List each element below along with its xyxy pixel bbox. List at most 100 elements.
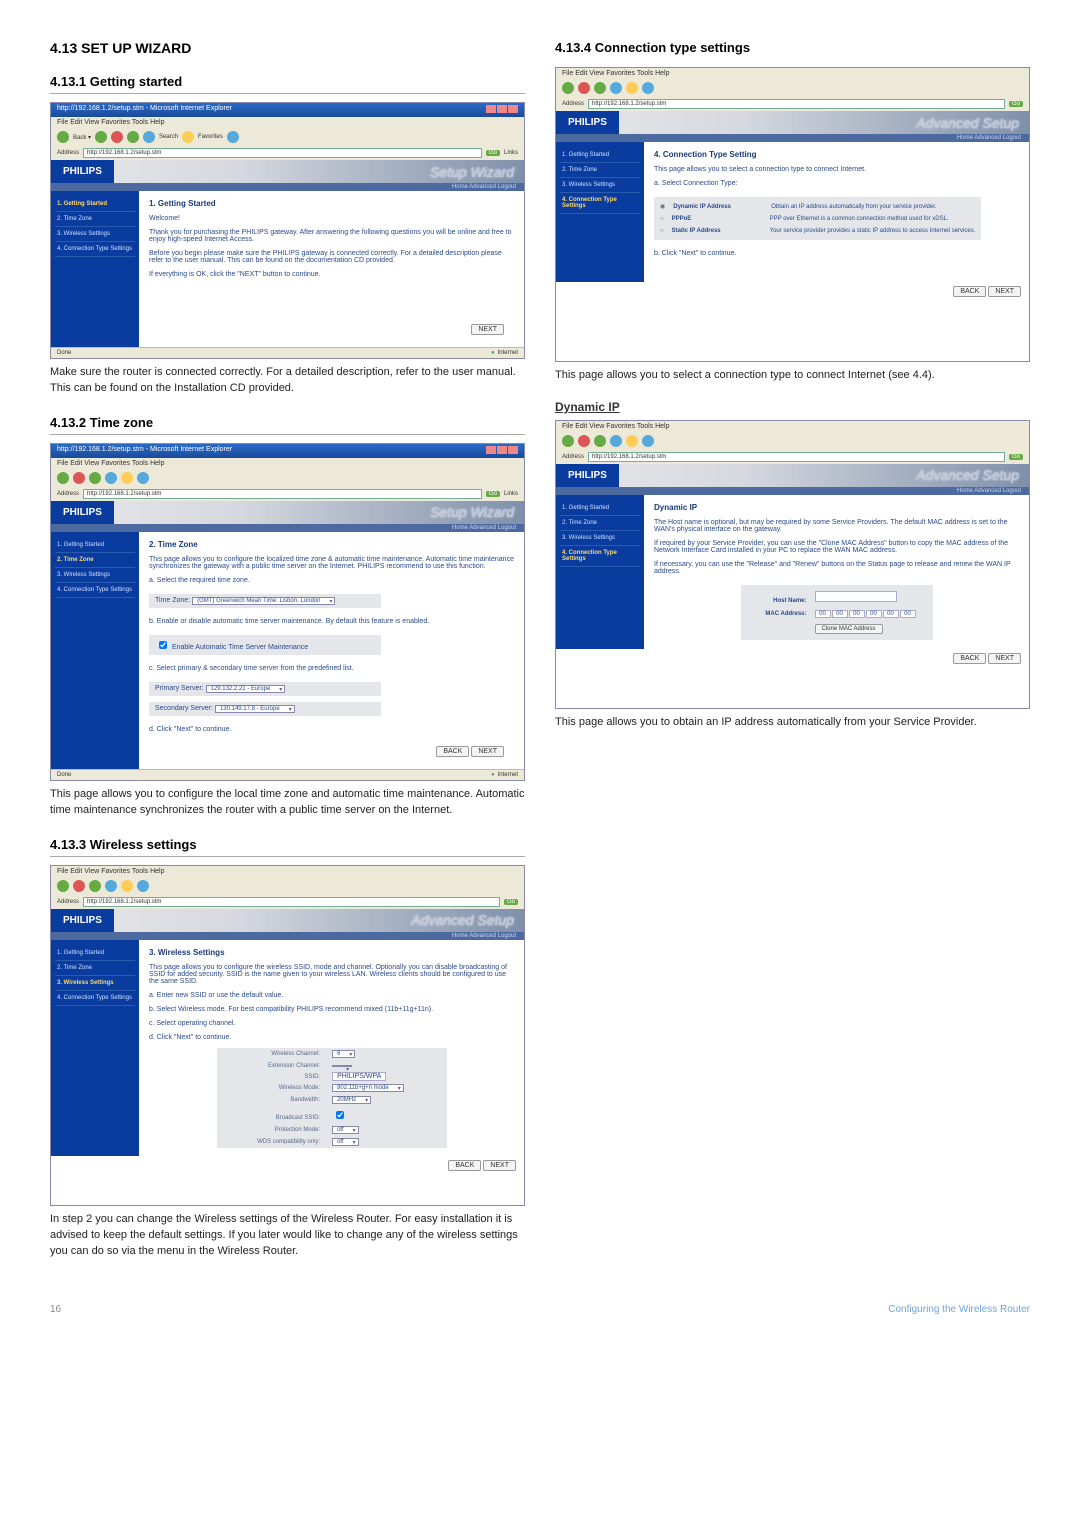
next-button[interactable]: NEXT — [483, 1160, 516, 1171]
sidebar-item-wireless[interactable]: 3. Wireless Settings — [55, 976, 135, 991]
sidebar-item-connection[interactable]: 4. Connection Type Settings — [55, 242, 135, 257]
go-button[interactable]: Go — [486, 491, 500, 497]
menu-bar[interactable]: File Edit View Favorites Tools Help — [51, 117, 524, 128]
sidebar-item-connection[interactable]: 4. Connection Type Settings — [55, 991, 135, 1006]
sidebar-item-wireless[interactable]: 3. Wireless Settings — [560, 531, 640, 546]
refresh-icon[interactable] — [89, 880, 101, 892]
stop-icon[interactable] — [578, 435, 590, 447]
auto-time-checkbox[interactable] — [159, 641, 167, 649]
next-button[interactable]: NEXT — [988, 286, 1021, 297]
history-icon[interactable] — [137, 472, 149, 484]
refresh-icon[interactable] — [594, 82, 606, 94]
address-input[interactable]: http://192.168.1.2/setup.stm — [588, 452, 1005, 462]
radio-dynamic[interactable] — [660, 203, 665, 210]
back-button[interactable]: BACK — [448, 1160, 481, 1171]
band-select[interactable]: 20MHz — [332, 1096, 371, 1104]
address-input[interactable]: http://192.168.1.2/setup.stm — [83, 489, 482, 499]
timezone-select[interactable]: (GMT) Greenwich Mean Time: Lisbon, Londo… — [192, 597, 335, 605]
forward-icon[interactable] — [95, 131, 107, 143]
breadcrumb[interactable]: Home Advanced Logout — [51, 524, 524, 532]
go-button[interactable]: Go — [486, 150, 500, 156]
stop-icon[interactable] — [111, 131, 123, 143]
stop-icon[interactable] — [578, 82, 590, 94]
favorites-icon[interactable] — [626, 82, 638, 94]
mac-address-fields[interactable]: 000000000000 — [815, 610, 917, 618]
history-icon[interactable] — [137, 880, 149, 892]
host-input[interactable] — [815, 591, 897, 602]
sidebar-item-timezone[interactable]: 2. Time Zone — [55, 961, 135, 976]
next-button[interactable]: NEXT — [471, 746, 504, 757]
favorites-icon[interactable] — [182, 131, 194, 143]
menu-bar[interactable]: File Edit View Favorites Tools Help — [51, 458, 524, 469]
mode-select[interactable]: 802.11b+g+n mode — [332, 1084, 404, 1092]
sidebar-item-connection[interactable]: 4. Connection Type Settings — [560, 193, 640, 214]
refresh-icon[interactable] — [89, 472, 101, 484]
back-button[interactable]: BACK — [953, 286, 986, 297]
primary-select[interactable]: 129.132.2.21 - Europe — [206, 685, 286, 693]
history-icon[interactable] — [642, 435, 654, 447]
favorites-icon[interactable] — [121, 880, 133, 892]
bcast-checkbox[interactable] — [336, 1111, 344, 1119]
go-button[interactable]: Go — [504, 899, 518, 905]
back-icon[interactable] — [57, 880, 69, 892]
address-input[interactable]: http://192.168.1.2/setup.stm — [83, 148, 482, 158]
home-icon[interactable] — [610, 435, 622, 447]
home-icon[interactable] — [143, 131, 155, 143]
channel-select[interactable]: 6 — [332, 1050, 355, 1058]
sidebar-item-wireless[interactable]: 3. Wireless Settings — [55, 227, 135, 242]
window-buttons[interactable] — [485, 105, 518, 115]
go-button[interactable]: Go — [1009, 101, 1023, 107]
home-icon[interactable] — [105, 880, 117, 892]
clone-mac-button[interactable]: Clone MAC Address — [815, 624, 883, 634]
sidebar-item-getting-started[interactable]: 1. Getting Started — [55, 538, 135, 553]
back-button[interactable]: BACK — [953, 653, 986, 664]
favorites-icon[interactable] — [121, 472, 133, 484]
home-icon[interactable] — [105, 472, 117, 484]
back-button[interactable]: BACK — [436, 746, 469, 757]
sidebar-item-timezone[interactable]: 2. Time Zone — [560, 516, 640, 531]
toolbar[interactable] — [51, 469, 524, 487]
wds-select[interactable]: off — [332, 1138, 359, 1146]
breadcrumb[interactable]: Home Advanced Logout — [556, 487, 1029, 495]
breadcrumb[interactable]: Home Advanced Logout — [51, 932, 524, 940]
sidebar-item-connection[interactable]: 4. Connection Type Settings — [560, 546, 640, 567]
next-button[interactable]: NEXT — [471, 324, 504, 335]
extchan-select[interactable] — [332, 1065, 352, 1067]
stop-icon[interactable] — [73, 472, 85, 484]
menu-bar[interactable]: File Edit View Favorites Tools Help — [556, 421, 1029, 432]
back-icon[interactable] — [562, 435, 574, 447]
sidebar-item-timezone[interactable]: 2. Time Zone — [55, 553, 135, 568]
toolbar[interactable] — [556, 432, 1029, 450]
back-icon[interactable] — [562, 82, 574, 94]
menu-bar[interactable]: File Edit View Favorites Tools Help — [51, 866, 524, 877]
sidebar-item-wireless[interactable]: 3. Wireless Settings — [560, 178, 640, 193]
refresh-icon[interactable] — [594, 435, 606, 447]
sidebar-item-connection[interactable]: 4. Connection Type Settings — [55, 583, 135, 598]
next-button[interactable]: NEXT — [988, 653, 1021, 664]
address-input[interactable]: http://192.168.1.2/setup.stm — [588, 99, 1005, 109]
menu-bar[interactable]: File Edit View Favorites Tools Help — [556, 68, 1029, 79]
toolbar[interactable] — [51, 877, 524, 895]
radio-pppoe[interactable] — [660, 216, 664, 222]
breadcrumb[interactable]: Home Advanced Logout — [51, 183, 524, 191]
radio-static[interactable] — [660, 228, 664, 234]
refresh-icon[interactable] — [127, 131, 139, 143]
back-icon[interactable] — [57, 472, 69, 484]
ssid-input[interactable]: PHILIPS/WPA — [332, 1072, 386, 1081]
window-buttons[interactable] — [485, 446, 518, 456]
stop-icon[interactable] — [73, 880, 85, 892]
toolbar[interactable]: Back ▾ Search Favorites — [51, 128, 524, 146]
prot-select[interactable]: off — [332, 1126, 359, 1134]
sidebar-item-getting-started[interactable]: 1. Getting Started — [560, 501, 640, 516]
home-icon[interactable] — [610, 82, 622, 94]
back-icon[interactable] — [57, 131, 69, 143]
breadcrumb[interactable]: Home Advanced Logout — [556, 134, 1029, 142]
history-icon[interactable] — [227, 131, 239, 143]
favorites-icon[interactable] — [626, 435, 638, 447]
sidebar-item-getting-started[interactable]: 1. Getting Started — [55, 197, 135, 212]
sidebar-item-timezone[interactable]: 2. Time Zone — [560, 163, 640, 178]
go-button[interactable]: Go — [1009, 454, 1023, 460]
sidebar-item-wireless[interactable]: 3. Wireless Settings — [55, 568, 135, 583]
history-icon[interactable] — [642, 82, 654, 94]
address-input[interactable]: http://192.168.1.2/setup.stm — [83, 897, 500, 907]
